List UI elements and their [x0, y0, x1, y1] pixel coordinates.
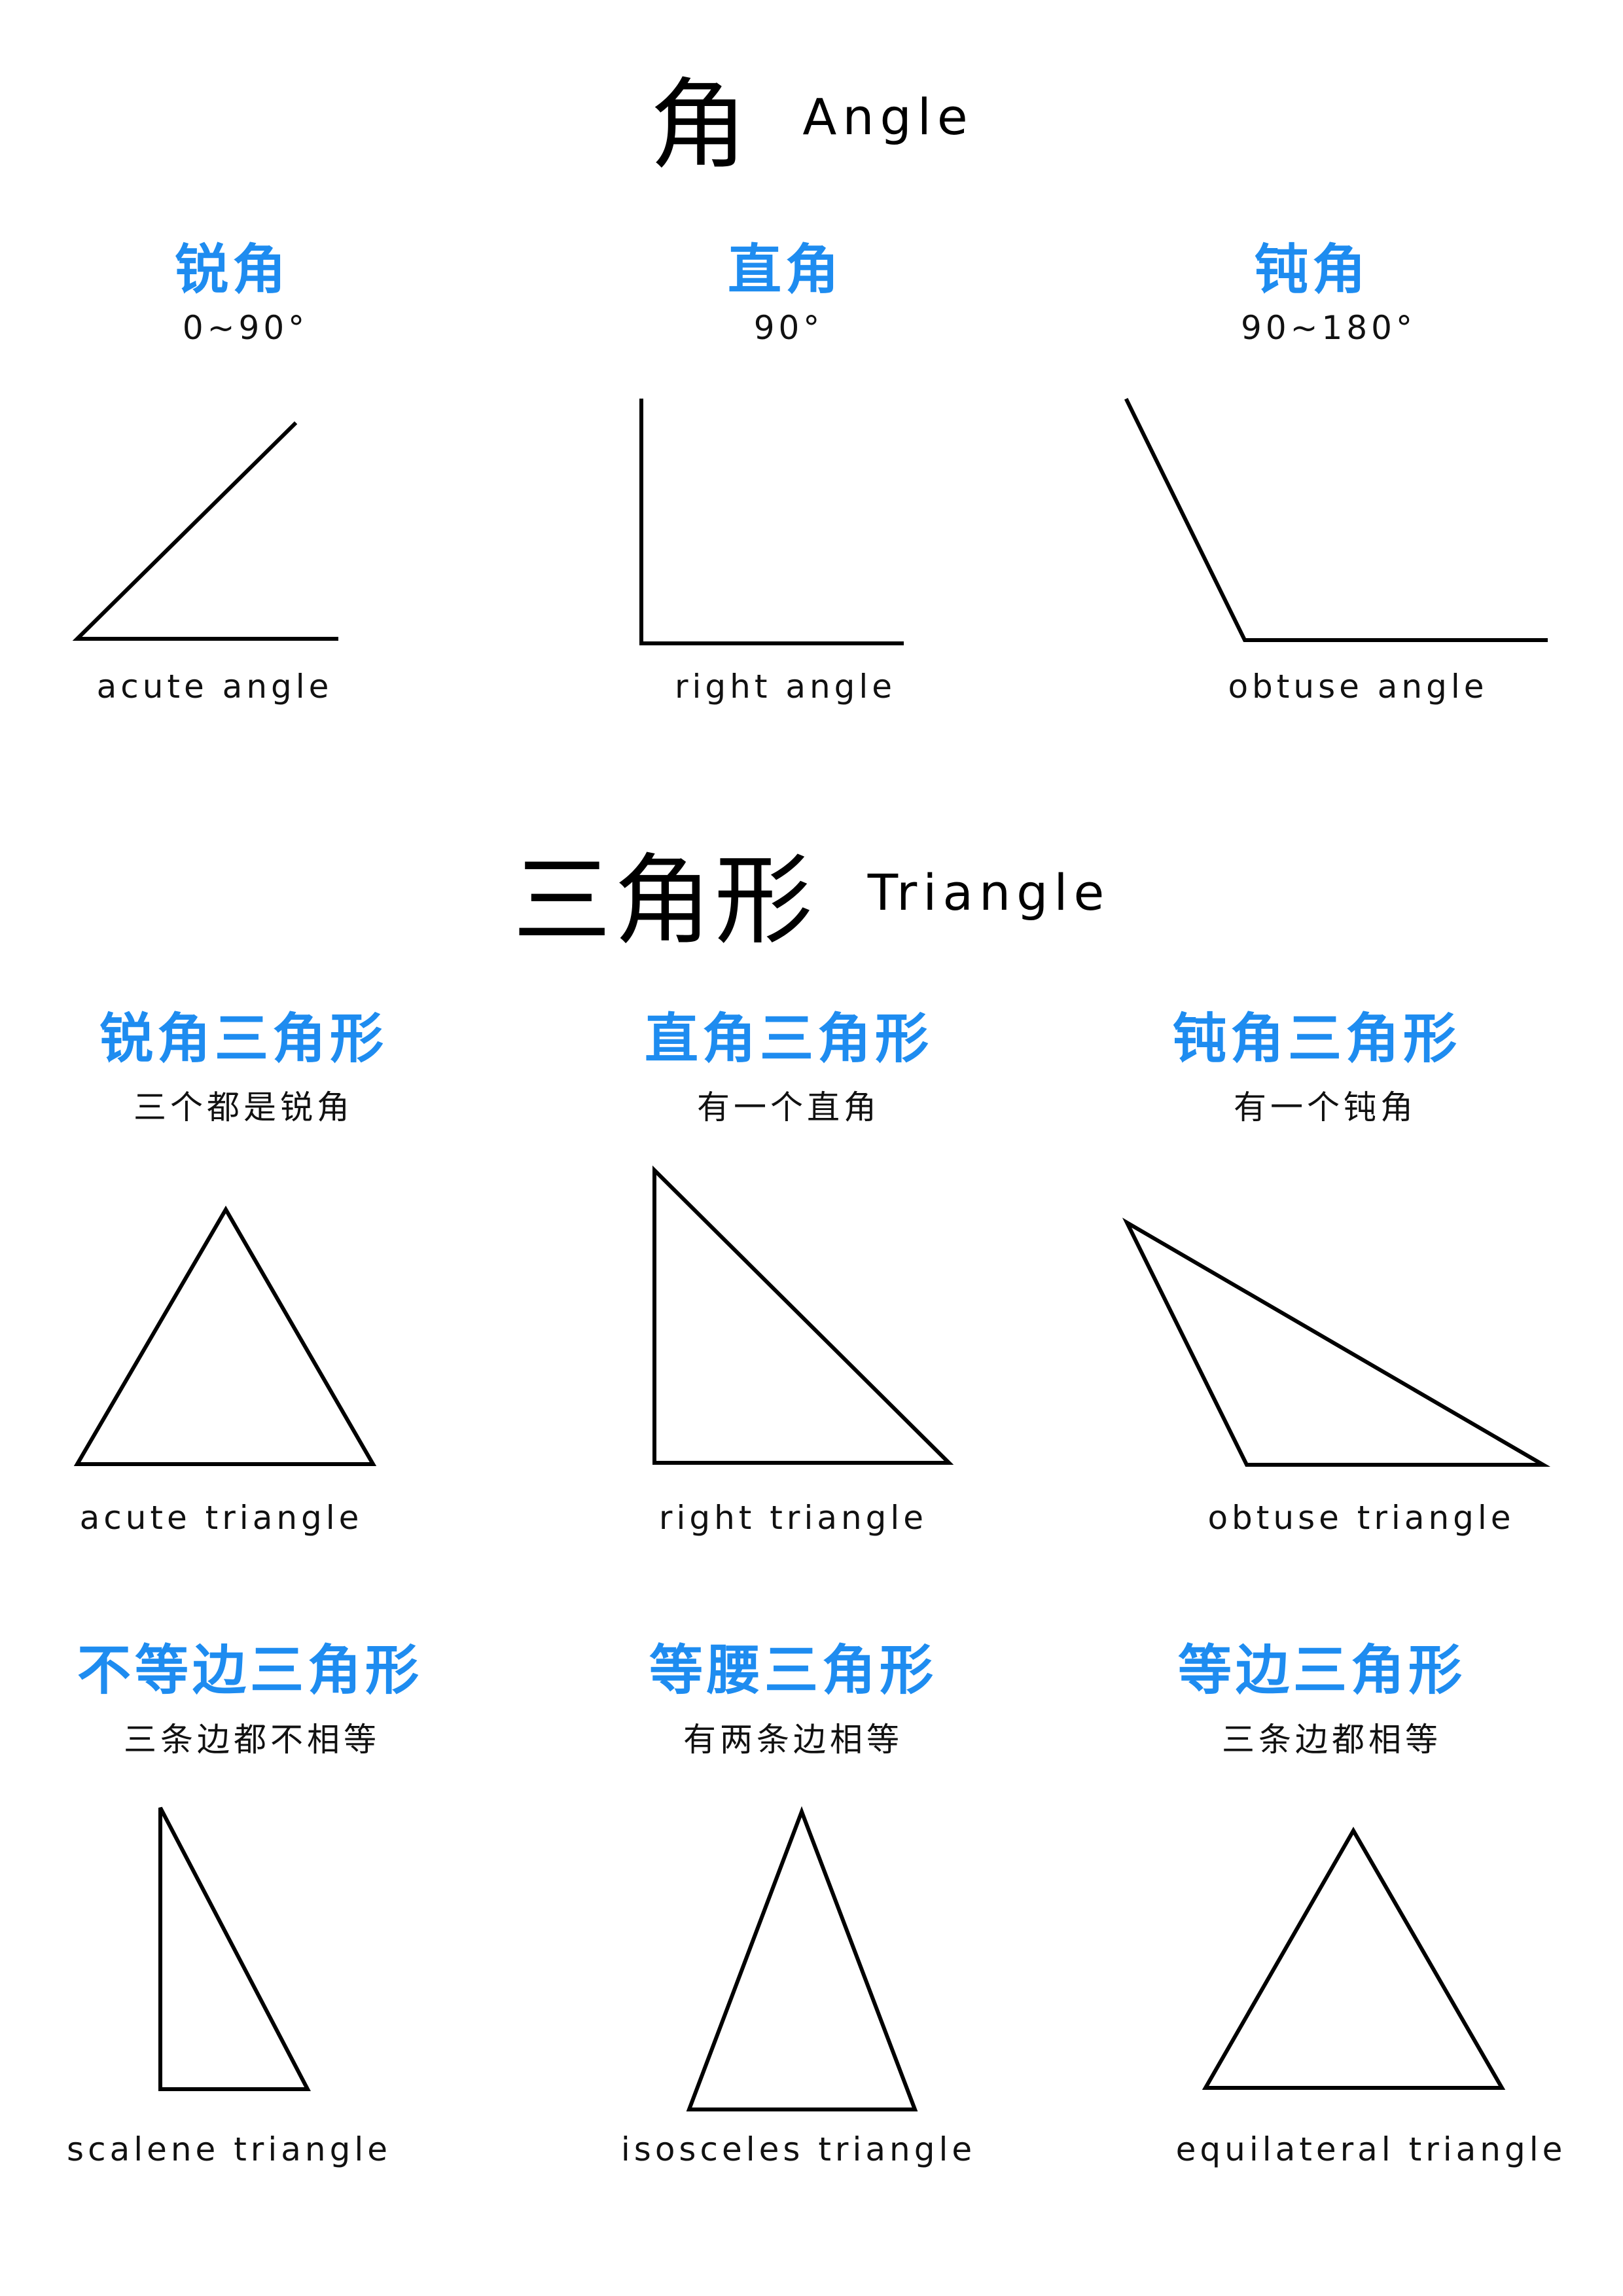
- acute-angle-shape: [72, 421, 338, 641]
- right-angle-shape: [639, 399, 904, 645]
- right-triangle-shape: [652, 1165, 954, 1465]
- scalene-triangle-shape: [158, 1806, 311, 2091]
- obtuse-triangle-shape: [1122, 1217, 1551, 1467]
- equilateral-triangle-shape: [1202, 1826, 1506, 2090]
- obtuse-angle-shape: [1124, 397, 1548, 642]
- shapes-canvas: [72, 397, 1551, 2111]
- isosceles-triangle-shape: [686, 1806, 918, 2111]
- acute-triangle-shape: [73, 1206, 377, 1466]
